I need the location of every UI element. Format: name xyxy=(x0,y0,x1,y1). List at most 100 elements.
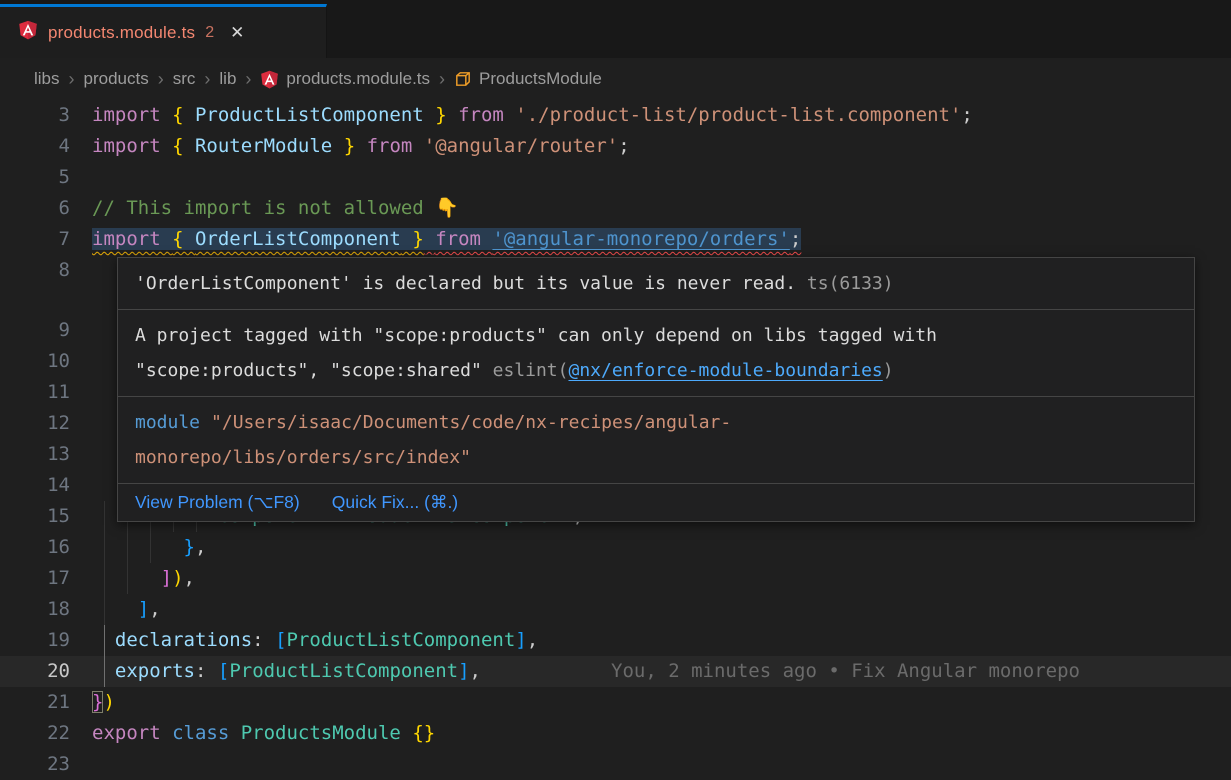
code-line-6[interactable]: 6 // This import is not allowed 👇 xyxy=(0,193,1231,224)
breadcrumb-item-lib[interactable]: lib xyxy=(219,69,236,89)
breadcrumb-label: products xyxy=(84,69,149,89)
code-line-7[interactable]: 7import { OrderListComponent } from '@an… xyxy=(0,224,1231,255)
indent-guide xyxy=(104,625,105,656)
gutter: 8 xyxy=(0,255,92,286)
line-number: 8 xyxy=(0,255,70,286)
breadcrumb-label: lib xyxy=(219,69,236,89)
breadcrumb-separator: › xyxy=(439,69,445,90)
code-line-content: }) xyxy=(92,687,1231,718)
gutter: 3 xyxy=(0,100,92,131)
quick-fix-action[interactable]: Quick Fix... (⌘.) xyxy=(332,492,458,513)
line-number: 15 xyxy=(0,501,70,532)
breadcrumb-item-libs[interactable]: libs xyxy=(34,69,60,89)
code-line-22[interactable]: 22export class ProductsModule {} xyxy=(0,718,1231,749)
indent-guide xyxy=(127,532,128,563)
code-line-4[interactable]: 4 import { RouterModule } from '@angular/… xyxy=(0,131,1231,162)
line-number: 17 xyxy=(0,563,70,594)
indent-guide xyxy=(150,532,151,563)
breadcrumb-separator: › xyxy=(245,69,251,90)
code-line-20[interactable]: 20 exports: [ProductListComponent],You, … xyxy=(0,656,1231,687)
code-line-21[interactable]: 21}) xyxy=(0,687,1231,718)
line-number: 7 xyxy=(0,224,70,255)
vscode-window: products.module.ts 2 ✕ libs › products › src… xyxy=(0,0,1231,780)
gutter: 9 xyxy=(0,315,92,346)
code-line-content: }, xyxy=(92,532,1231,563)
code-line-content: // This import is not allowed 👇 xyxy=(92,193,1231,224)
gutter: 15 xyxy=(0,501,92,532)
gutter: 7 xyxy=(0,224,92,255)
breadcrumb-separator: › xyxy=(158,69,164,90)
code-line-3[interactable]: 3import { ProductListComponent } from '.… xyxy=(0,100,1231,131)
module-import-link[interactable]: '@angular-monorepo/orders' xyxy=(492,228,789,250)
code-line-content xyxy=(92,749,1231,780)
line-number: 23 xyxy=(0,749,70,780)
gutter: 11 xyxy=(0,377,92,408)
line-number: 10 xyxy=(0,346,70,377)
tab-close-icon[interactable]: ✕ xyxy=(230,23,244,43)
line-number: 4 xyxy=(0,131,70,162)
code-line-content: import { ProductListComponent } from './… xyxy=(92,100,1231,131)
gutter: 5 xyxy=(0,162,92,193)
hover-module-info: module "/Users/isaac/Documents/code/nx-re… xyxy=(118,396,1194,483)
view-problem-action[interactable]: View Problem (⌥F8) xyxy=(135,492,300,513)
angular-file-icon xyxy=(18,20,38,45)
line-number: 13 xyxy=(0,439,70,470)
code-line-content: import { RouterModule } from '@angular/r… xyxy=(92,131,1231,162)
gutter: 22 xyxy=(0,718,92,749)
indent-guide xyxy=(127,563,128,594)
indent-guide xyxy=(104,532,105,563)
hover-status-bar: View Problem (⌥F8) Quick Fix... (⌘.) xyxy=(118,483,1194,521)
eslint-rule-link[interactable]: @nx/enforce-module-boundaries xyxy=(568,360,882,381)
gutter: 10 xyxy=(0,346,92,377)
code-line-content: export class ProductsModule {} xyxy=(92,718,1231,749)
module-path-line1: "/Users/isaac/Documents/code/nx-recipes/… xyxy=(211,412,731,433)
module-path-line2: monorepo/libs/orders/src/index" xyxy=(135,447,471,468)
line-number: 19 xyxy=(0,625,70,656)
line-number: 6 xyxy=(0,193,70,224)
breadcrumb-separator: › xyxy=(69,69,75,90)
code-line-18[interactable]: 18 ], xyxy=(0,594,1231,625)
editor-tab-bar: products.module.ts 2 ✕ xyxy=(0,0,1231,58)
line-number: 12 xyxy=(0,408,70,439)
code-line-content: declarations: [ProductListComponent], xyxy=(92,625,1231,656)
indent-guide xyxy=(104,656,105,687)
gutter: 19 xyxy=(0,625,92,656)
module-keyword: module xyxy=(135,412,200,433)
code-line-17[interactable]: 17 ]), xyxy=(0,563,1231,594)
tab-filename: products.module.ts xyxy=(48,23,195,43)
breadcrumb: libs › products › src › lib › products.module.ts… xyxy=(0,58,1231,100)
code-line-23[interactable]: 23 xyxy=(0,749,1231,780)
indent-guide xyxy=(104,563,105,594)
code-line-5[interactable]: 5 xyxy=(0,162,1231,193)
line-number: 11 xyxy=(0,377,70,408)
indent-guide xyxy=(104,501,105,532)
code-line-19[interactable]: 19 declarations: [ProductListComponent], xyxy=(0,625,1231,656)
gutter: 12 xyxy=(0,408,92,439)
ts-diagnostic-code: ts(6133) xyxy=(796,273,894,294)
tab-products-module[interactable]: products.module.ts 2 ✕ xyxy=(0,4,327,58)
hover-ts-diagnostic: 'OrderListComponent' is declared but its… xyxy=(118,258,1194,309)
code-line-content xyxy=(92,162,1231,193)
ts-diagnostic-message: 'OrderListComponent' is declared but its… xyxy=(135,273,796,294)
breadcrumb-label: libs xyxy=(34,69,60,89)
gutter: 6 xyxy=(0,193,92,224)
gutter: 13 xyxy=(0,439,92,470)
gutter: 14 xyxy=(0,470,92,501)
breadcrumb-label: products.module.ts xyxy=(286,69,430,89)
eslint-message-line2: "scope:products", "scope:shared" eslint(… xyxy=(135,353,1177,388)
gutter: 23 xyxy=(0,749,92,780)
breadcrumb-item-src[interactable]: src xyxy=(173,69,196,89)
code-line-16[interactable]: 16 }, xyxy=(0,532,1231,563)
angular-file-icon xyxy=(260,70,279,89)
gutter: 21 xyxy=(0,687,92,718)
code-line-content: exports: [ProductListComponent],You, 2 m… xyxy=(92,656,1231,687)
breadcrumb-item-productsmodule[interactable]: ProductsModule xyxy=(454,69,602,89)
class-symbol-icon xyxy=(454,70,472,88)
line-number: 21 xyxy=(0,687,70,718)
line-number: 5 xyxy=(0,162,70,193)
gutter: 4 xyxy=(0,131,92,162)
breadcrumb-item-products[interactable]: products xyxy=(84,69,149,89)
breadcrumb-item-products-module-ts[interactable]: products.module.ts xyxy=(260,69,430,89)
hover-eslint-diagnostic: A project tagged with "scope:products" c… xyxy=(118,309,1194,396)
line-number: 20 xyxy=(0,656,70,687)
